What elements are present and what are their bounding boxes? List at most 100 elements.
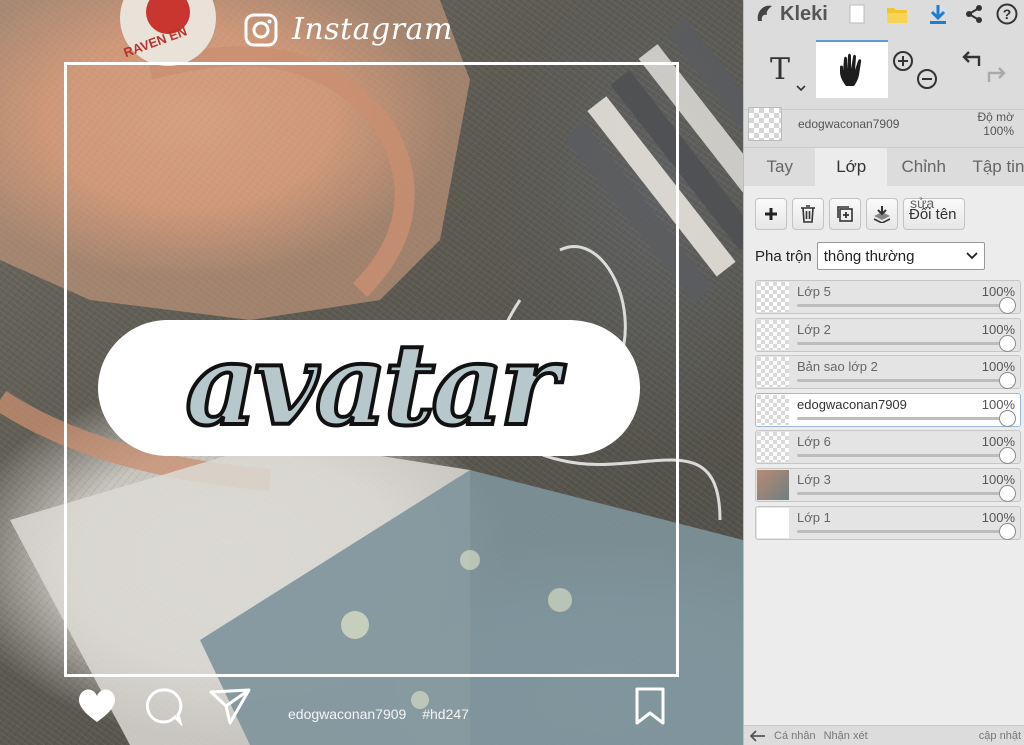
send-icon [209, 688, 251, 725]
svg-text:?: ? [1003, 6, 1012, 22]
current-layer-name: edogwaconan7909 [798, 116, 900, 131]
text-tool-icon: T [769, 51, 790, 87]
current-layer-opacity: Độ mờ 100% [977, 110, 1020, 138]
layer-name: Lớp 5 [797, 284, 831, 299]
layer-opacity-handle[interactable] [999, 522, 1016, 540]
layer-thumbnail [757, 357, 789, 388]
bottom-item-comments[interactable]: Nhận xét [824, 730, 868, 742]
caption-username: edogwaconan7909 [288, 706, 407, 722]
open-file-button[interactable] [877, 0, 917, 28]
undo-redo-buttons [952, 40, 1024, 98]
layer-opacity-slider[interactable] [797, 416, 1006, 420]
layer-name: Bản sao lớp 2 [797, 359, 878, 375]
hand-icon [840, 53, 862, 86]
layer-opacity-handle[interactable] [999, 372, 1016, 390]
merge-down-button[interactable] [866, 198, 898, 230]
instagram-icon [244, 13, 278, 46]
layer-item[interactable]: Lớp 6 100% [755, 430, 1021, 465]
chevron-down-icon [796, 85, 806, 92]
download-icon [929, 5, 946, 24]
add-layer-button[interactable] [755, 198, 787, 230]
layer-actions: sửa Đổi tên [744, 195, 1024, 230]
layer-name: Lớp 3 [797, 471, 831, 487]
current-layer-preview: edogwaconan7909 Độ mờ 100% [744, 100, 1024, 148]
tab-edit[interactable]: Chỉnh [887, 148, 960, 186]
save-button[interactable] [917, 0, 957, 28]
layer-item[interactable]: Lớp 2 100% [755, 317, 1021, 352]
undo-icon[interactable] [960, 48, 982, 70]
duplicate-icon [837, 206, 853, 222]
layer-thumbnail [757, 432, 789, 463]
layer-opacity-handle[interactable] [999, 297, 1016, 314]
avatar-lettering: avatar [185, 320, 566, 451]
comment-icon [145, 688, 183, 726]
rename-layer-button[interactable]: sửa Đổi tên [903, 195, 965, 230]
app-window: RAVEN EN Instagram avatar edogwaconan790… [0, 0, 1024, 745]
opacity-value: 100% [983, 123, 1014, 138]
layer-opacity-handle[interactable] [999, 409, 1016, 427]
layer-opacity-handle[interactable] [999, 334, 1016, 352]
layer-thumbnail [748, 106, 782, 141]
bottom-item-profile[interactable]: Cá nhân [774, 730, 816, 742]
trash-icon [801, 205, 815, 223]
layer-item-active[interactable]: edogwaconan7909 100% [755, 392, 1021, 427]
redo-icon[interactable] [986, 64, 1008, 86]
new-file-icon [849, 4, 865, 24]
layer-thumbnail [757, 507, 789, 538]
layer-item[interactable]: Lớp 1 100% [755, 505, 1021, 540]
tab-brush[interactable]: Tay [744, 148, 815, 186]
drawing-canvas[interactable]: RAVEN EN Instagram avatar edogwaconan790… [0, 0, 743, 745]
rename-button-label: Đổi tên [909, 206, 957, 223]
layer-opacity-handle[interactable] [999, 484, 1016, 502]
heart-icon [78, 689, 116, 722]
zoom-buttons [888, 40, 952, 98]
instagram-wordmark: Instagram [292, 12, 453, 47]
bottom-bar: Cá nhân Nhận xét cập nhật [744, 725, 1024, 745]
brand-name: Kleki [780, 2, 828, 25]
layer-item[interactable]: Bản sao lớp 2 100% [755, 355, 1021, 390]
new-file-button[interactable] [837, 0, 877, 28]
arrow-left-icon[interactable] [750, 729, 766, 742]
kleki-side-panel: Kleki ? T edogwaconan7909 Độ mờ 100% Tay… [743, 0, 1024, 745]
opacity-label: Độ mờ [977, 109, 1014, 124]
layer-item[interactable]: Lớp 3 100% [755, 467, 1021, 502]
delete-layer-button[interactable] [792, 198, 824, 230]
layer-name: Lớp 1 [797, 509, 831, 525]
hand-tool-button[interactable] [816, 40, 888, 98]
layer-list: Lớp 5 100% Lớp 2 100% Bản sao lớp 2 100% [744, 280, 1024, 540]
layer-opacity-slider[interactable] [797, 529, 1006, 533]
tab-layers[interactable]: Lớp [815, 148, 887, 186]
instagram-footer: edogwaconan7909 #hd247 [0, 684, 743, 734]
layer-opacity-slider[interactable] [797, 454, 1006, 458]
layer-name: Lớp 6 [797, 434, 831, 450]
zoom-in-icon[interactable] [892, 50, 914, 72]
zoom-out-icon[interactable] [916, 68, 938, 90]
duplicate-layer-button[interactable] [829, 198, 861, 230]
help-button[interactable]: ? [991, 0, 1024, 28]
layer-opacity-slider[interactable] [797, 379, 1006, 383]
layer-item[interactable]: Lớp 5 100% [755, 280, 1021, 314]
share-button[interactable] [958, 0, 991, 28]
plus-icon [765, 208, 777, 220]
layer-opacity-slider[interactable] [797, 491, 1006, 495]
blend-mode-row: Pha trộn thông thường [744, 242, 1024, 270]
avatar-sticker: avatar [98, 318, 640, 456]
layer-opacity-slider[interactable] [797, 304, 1006, 307]
layer-opacity-slider[interactable] [797, 341, 1006, 345]
layer-opacity-handle[interactable] [999, 447, 1016, 465]
layer-thumbnail [757, 469, 789, 500]
folder-icon [887, 8, 908, 23]
kleki-logo-icon [757, 5, 772, 21]
text-tool-button[interactable]: T [744, 40, 816, 98]
layer-thumbnail [757, 282, 789, 312]
top-bar: Kleki ? [744, 0, 1024, 28]
tab-file[interactable]: Tập tin [960, 148, 1024, 186]
blend-mode-label: Pha trộn [755, 247, 812, 265]
layer-opacity: 100% [981, 509, 1015, 525]
chevron-down-icon [966, 252, 978, 260]
layer-opacity: 100% [981, 321, 1015, 337]
update-link[interactable]: cập nhật [979, 730, 1024, 741]
blend-mode-select[interactable]: thông thường [816, 242, 985, 270]
share-icon [966, 5, 983, 23]
kleki-logo[interactable]: Kleki [744, 3, 837, 26]
